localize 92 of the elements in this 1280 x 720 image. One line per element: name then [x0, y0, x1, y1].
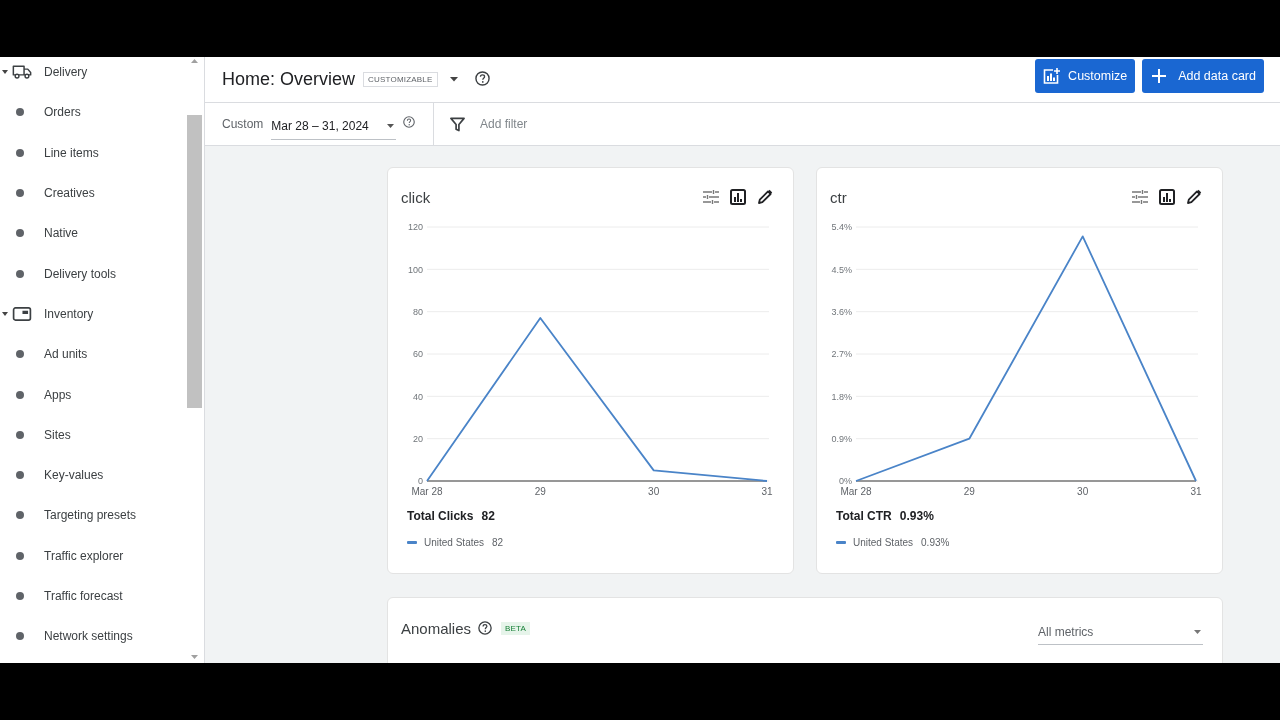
axis-tick-label: 30: [1077, 486, 1089, 497]
bullet-dot-icon: [16, 350, 24, 359]
axis-tick-label: 4.5%: [831, 264, 852, 275]
axis-tick-label: 31: [1190, 486, 1202, 497]
axis-tick-label: 100: [407, 264, 423, 275]
bullet-dot-icon: [16, 148, 24, 157]
card-title: click: [401, 188, 431, 206]
nav-item[interactable]: Apps: [0, 374, 187, 415]
axis-tick-label: 3.6%: [831, 306, 852, 317]
axis-tick-label: 40: [413, 391, 423, 402]
scrollbar-thumb[interactable]: [187, 115, 202, 408]
bar-chart-icon[interactable]: [1159, 189, 1175, 205]
date-range-dropdown[interactable]: Mar 28 – 31, 2024: [271, 112, 396, 140]
nav-item[interactable]: Sites: [0, 414, 187, 455]
nav-item[interactable]: Traffic forecast: [0, 575, 187, 617]
caret-icon[interactable]: [449, 77, 458, 82]
axis-tick-label: 60: [413, 349, 423, 360]
header-button[interactable]: Add data card: [1142, 58, 1264, 93]
bullet-dot-icon: [16, 632, 24, 641]
bullet-dot-icon: [16, 471, 24, 480]
axis-tick-label: 31: [761, 486, 773, 497]
date-label: Custom: [222, 117, 264, 131]
filter-input[interactable]: Add filter: [480, 114, 1264, 134]
total-value: 0.93%: [899, 509, 934, 523]
axis-tick-label: 20: [413, 433, 423, 444]
bullet-dot-icon: [16, 269, 24, 278]
nav-item[interactable]: Orders: [0, 92, 187, 133]
card-title: Anomalies: [401, 619, 472, 637]
bullet-dot-icon: [16, 390, 24, 399]
nav-item[interactable]: Traffic explorer: [0, 535, 187, 576]
axis-tick-label: 30: [648, 486, 660, 497]
nav-item[interactable]: Delivery tools: [0, 253, 187, 294]
pencil-icon[interactable]: [1186, 189, 1202, 205]
help-icon[interactable]: [474, 71, 490, 86]
bullet-dot-icon: [16, 592, 24, 600]
beta-badge: BETA: [501, 621, 531, 635]
nav-item[interactable]: Inventory: [0, 293, 187, 335]
legend-label: United States: [424, 536, 485, 548]
caret-icon: [1194, 629, 1201, 634]
bullet-dot-icon: [16, 511, 24, 520]
pencil-icon[interactable]: [757, 189, 773, 205]
axis-tick-label: Mar 28: [411, 486, 443, 497]
nav-item[interactable]: Network settings: [0, 616, 187, 657]
scroll-down-icon[interactable]: [191, 655, 198, 659]
sliders-icon[interactable]: [1132, 189, 1148, 205]
nav-item[interactable]: Native: [0, 213, 187, 254]
axis-tick-label: 5.4%: [831, 222, 852, 233]
help-icon[interactable]: [402, 116, 415, 128]
nav-item[interactable]: Creatives: [0, 172, 187, 214]
metrics-dropdown[interactable]: All metrics: [1038, 619, 1203, 645]
title-badge: CUSTOMIZABLE: [363, 72, 438, 87]
axis-tick-label: 2.7%: [831, 349, 852, 360]
axis-tick-label: 0%: [839, 476, 852, 487]
axis-tick-label: Mar 28: [840, 486, 872, 497]
caret-icon[interactable]: [2, 311, 8, 316]
page-title: Home: Overview: [222, 69, 356, 90]
filter-icon[interactable]: [450, 116, 465, 132]
card-title: ctr: [830, 188, 847, 206]
legend-value: 0.93%: [921, 536, 950, 548]
scroll-up-icon[interactable]: [191, 59, 198, 63]
bullet-dot-icon: [16, 108, 24, 117]
nav-item[interactable]: Ad units: [0, 334, 187, 375]
nav-item[interactable]: Targeting presets: [0, 495, 187, 536]
bullet-dot-icon: [16, 229, 24, 238]
nav-item[interactable]: Delivery: [0, 57, 187, 93]
window-icon: [12, 306, 32, 321]
legend-value: 82: [492, 536, 504, 548]
legend-label: United States: [853, 536, 914, 548]
axis-tick-label: 0: [418, 476, 423, 487]
header-button[interactable]: Customize: [1035, 58, 1136, 93]
axis-tick-label: 80: [413, 306, 423, 317]
total-label: Total CTR: [836, 509, 892, 523]
truck-icon: [12, 65, 32, 80]
bar-chart-plus-icon: [1042, 66, 1061, 85]
bar-chart-icon[interactable]: [730, 189, 746, 205]
bullet-dot-icon: [16, 189, 24, 198]
total-value: 82: [481, 509, 495, 523]
axis-tick-label: 29: [534, 486, 546, 497]
axis-tick-label: 29: [963, 486, 975, 497]
bullet-dot-icon: [16, 430, 24, 439]
nav-item[interactable]: Line items: [0, 132, 187, 173]
total-label: Total Clicks: [407, 509, 474, 523]
axis-tick-label: 120: [407, 222, 423, 233]
sliders-icon[interactable]: [703, 189, 719, 205]
nav-item[interactable]: Key-values: [0, 454, 187, 496]
axis-tick-label: 0.9%: [831, 433, 852, 444]
help-icon[interactable]: [478, 621, 493, 635]
caret-icon: [386, 123, 394, 128]
caret-icon[interactable]: [2, 70, 8, 75]
axis-tick-label: 1.8%: [831, 391, 852, 402]
plus-icon: [1152, 68, 1167, 83]
bullet-dot-icon: [16, 551, 24, 560]
